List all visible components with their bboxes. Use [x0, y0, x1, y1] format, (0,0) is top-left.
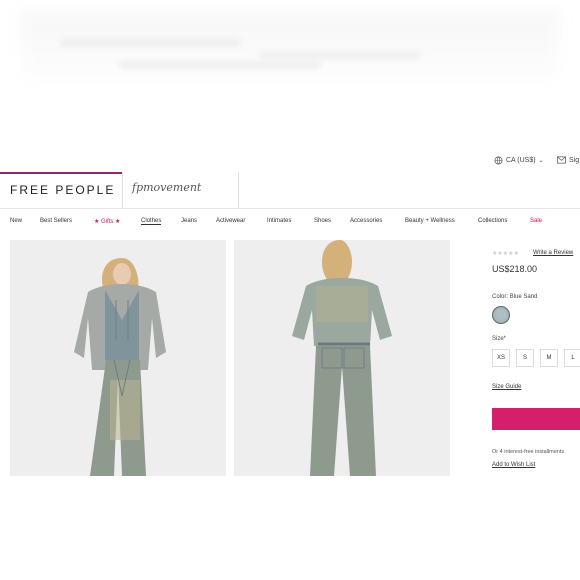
add-to-bag-button[interactable]: [492, 408, 580, 430]
installments-text: Or 4 interest-free installments: [492, 449, 565, 455]
size-option-xs[interactable]: XS: [492, 349, 510, 367]
size-option-m[interactable]: M: [540, 349, 558, 367]
sign-in-label: Sig: [569, 156, 580, 164]
size-guide-link[interactable]: Size Guide: [492, 384, 521, 390]
free-people-logo-link[interactable]: FREE PEOPLE: [0, 172, 123, 208]
color-swatch-blue-sand[interactable]: [492, 306, 510, 324]
add-to-wishlist-link[interactable]: Add to Wish List: [492, 462, 535, 468]
nav-item-intimates[interactable]: Intimates: [267, 218, 291, 224]
size-option-l[interactable]: L: [564, 349, 580, 367]
sign-in-link[interactable]: Sig: [557, 156, 579, 164]
webpage-screenshot: CA (US$) ⌄ Sig FREE PEOPLE fpmovement Ne…: [0, 150, 580, 480]
product-image-front[interactable]: [10, 240, 226, 476]
nav-item-jeans[interactable]: Jeans: [181, 218, 197, 224]
nav-item-gifts[interactable]: ★ Gifts ★: [94, 218, 120, 225]
write-review-link[interactable]: Write a Review: [533, 250, 573, 256]
utility-bar: CA (US$) ⌄ Sig: [0, 150, 580, 172]
nav-item-activewear[interactable]: Activewear: [216, 218, 245, 224]
mail-icon: [557, 156, 566, 164]
nav-item-shoes[interactable]: Shoes: [314, 218, 331, 224]
nav-item-clothes[interactable]: Clothes: [141, 218, 162, 225]
nav-item-sale[interactable]: Sale: [530, 218, 542, 224]
fp-movement-logo-link[interactable]: fpmovement: [122, 172, 239, 208]
chevron-down-icon: ⌄: [538, 158, 544, 164]
locale-label: CA (US$): [506, 157, 536, 164]
rating-stars: ★★★★★: [492, 251, 519, 257]
logo-row: FREE PEOPLE fpmovement: [0, 172, 580, 209]
locale-selector[interactable]: CA (US$) ⌄: [494, 156, 544, 165]
nav-item-new[interactable]: New: [10, 218, 22, 224]
jumpsuit-back-photo: [234, 240, 450, 476]
globe-icon: [494, 156, 503, 165]
nav-item-accessories[interactable]: Accessories: [350, 218, 382, 224]
blurred-stroke: [260, 52, 420, 58]
size-option-s[interactable]: S: [516, 349, 534, 367]
blurred-stroke: [120, 62, 320, 68]
product-price: US$218.00: [492, 264, 538, 274]
blurred-stroke: [60, 40, 240, 46]
size-label: Size*: [492, 336, 507, 342]
nav-item-best-sellers[interactable]: Best Sellers: [40, 218, 72, 224]
nav-item-collections[interactable]: Collections: [478, 218, 507, 224]
main-navigation: New Best Sellers ★ Gifts ★ Clothes Jeans…: [0, 218, 580, 232]
logo: FREE PEOPLE: [10, 183, 116, 197]
color-label: Color: Blue Sand: [492, 294, 538, 300]
nav-item-beauty-wellness[interactable]: Beauty + Wellness: [405, 218, 455, 224]
sub-brand-logo: fpmovement: [132, 181, 202, 194]
product-image-back[interactable]: [234, 240, 450, 476]
jumpsuit-front-photo: [10, 240, 226, 476]
